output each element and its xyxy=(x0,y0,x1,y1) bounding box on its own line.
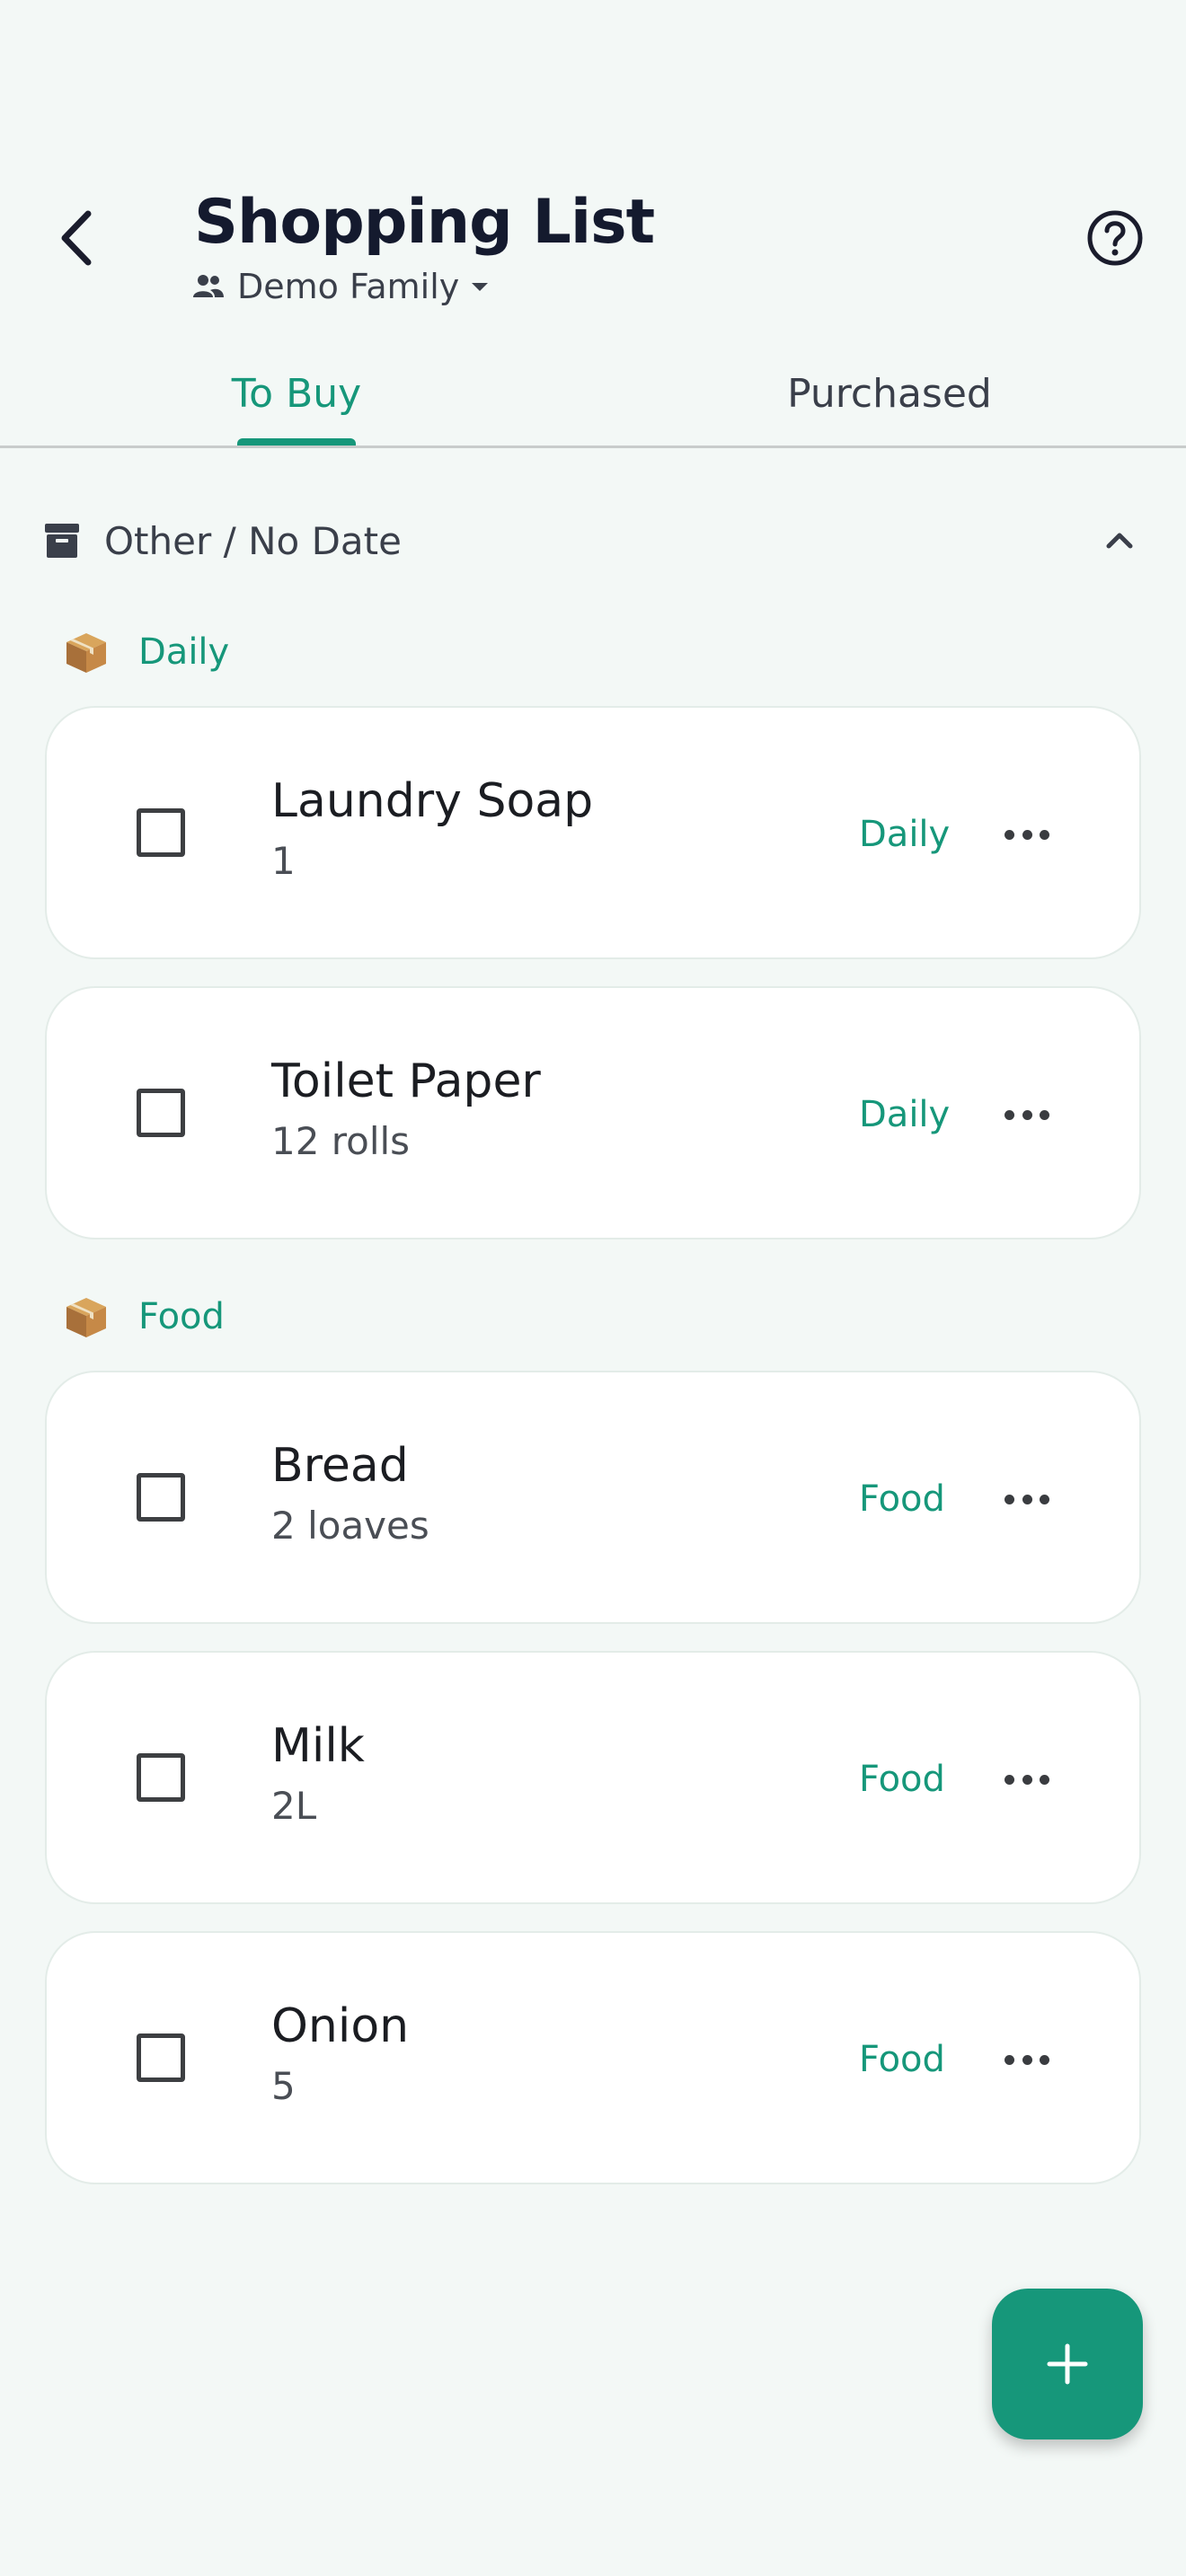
list-item-bread: Bread 2 loaves Food xyxy=(45,1371,1141,1624)
app-header: Shopping List Demo Family xyxy=(0,0,1186,341)
item-checkbox[interactable] xyxy=(137,808,185,857)
item-quantity: 2L xyxy=(271,1784,317,1828)
family-name: Demo Family xyxy=(237,267,460,306)
page-title: Shopping List xyxy=(194,187,655,258)
category-header-food: Food xyxy=(63,1290,225,1344)
section-header-other[interactable]: Other / No Date xyxy=(43,508,1150,573)
list-item-milk: Milk 2L Food xyxy=(45,1651,1141,1904)
item-quantity: 2 loaves xyxy=(271,1504,429,1548)
item-name: Toilet Paper xyxy=(271,1054,541,1108)
item-checkbox[interactable] xyxy=(137,1089,185,1137)
item-quantity: 12 rolls xyxy=(271,1119,411,1163)
more-dots-icon xyxy=(1005,1774,1014,1785)
app-root: Shopping List Demo Family To Buy Purchas… xyxy=(0,0,1186,2576)
item-name: Milk xyxy=(271,1719,365,1773)
package-icon xyxy=(66,1298,106,1337)
item-category-tag: Food xyxy=(859,1478,945,1520)
tab-to-buy[interactable]: To Buy xyxy=(171,341,422,446)
chevron-up-icon xyxy=(1106,533,1133,549)
group-icon xyxy=(193,275,224,297)
more-options-button[interactable] xyxy=(996,1083,1058,1146)
more-dots-icon xyxy=(1022,1494,1032,1504)
item-quantity: 1 xyxy=(271,839,296,883)
plus-icon xyxy=(1047,2343,1088,2385)
more-dots-icon xyxy=(1022,2054,1032,2065)
more-dots-icon xyxy=(1040,2054,1049,2065)
more-dots-icon xyxy=(1040,1774,1049,1785)
family-selector[interactable]: Demo Family xyxy=(192,264,489,309)
list-item-toilet-paper: Toilet Paper 12 rolls Daily xyxy=(45,986,1141,1239)
category-label: Food xyxy=(138,1296,225,1337)
caret-down-icon xyxy=(472,282,489,291)
more-options-button[interactable] xyxy=(996,2028,1058,2091)
package-icon xyxy=(66,633,106,673)
more-dots-icon xyxy=(1040,829,1049,840)
more-dots-icon xyxy=(1022,1109,1032,1120)
more-dots-icon xyxy=(1022,829,1032,840)
item-category-tag: Food xyxy=(859,2039,945,2080)
item-checkbox[interactable] xyxy=(137,1753,185,1802)
more-dots-icon xyxy=(1040,1494,1049,1504)
item-quantity: 5 xyxy=(271,2064,296,2108)
more-dots-icon xyxy=(1005,2054,1014,2065)
tab-purchased[interactable]: Purchased xyxy=(755,341,1024,446)
active-tab-indicator xyxy=(237,438,356,446)
item-checkbox[interactable] xyxy=(137,2033,185,2082)
more-dots-icon xyxy=(1005,829,1014,840)
category-label: Daily xyxy=(138,631,230,673)
back-button[interactable] xyxy=(36,198,117,278)
list-item-laundry-soap: Laundry Soap 1 Daily xyxy=(45,706,1141,959)
section-label: Other / No Date xyxy=(104,518,402,563)
list-item-onion: Onion 5 Food xyxy=(45,1931,1141,2184)
item-category-tag: Food xyxy=(859,1759,945,1800)
item-category-tag: Daily xyxy=(859,814,951,855)
category-header-daily: Daily xyxy=(63,625,229,679)
add-item-button[interactable] xyxy=(992,2289,1143,2439)
item-name: Onion xyxy=(271,1999,410,2053)
more-dots-icon xyxy=(1022,1774,1032,1785)
more-options-button[interactable] xyxy=(996,1748,1058,1811)
more-dots-icon xyxy=(1005,1494,1014,1504)
more-dots-icon xyxy=(1005,1109,1014,1120)
tab-bar: To Buy Purchased xyxy=(0,341,1186,448)
help-button[interactable] xyxy=(1085,208,1145,268)
more-options-button[interactable] xyxy=(996,1468,1058,1531)
help-icon xyxy=(1087,210,1143,266)
item-checkbox[interactable] xyxy=(137,1473,185,1522)
item-name: Bread xyxy=(271,1439,409,1493)
item-category-tag: Daily xyxy=(859,1094,951,1135)
back-arrow-icon xyxy=(61,210,92,266)
more-options-button[interactable] xyxy=(996,803,1058,866)
more-dots-icon xyxy=(1040,1109,1049,1120)
archive-icon xyxy=(45,524,79,558)
item-name: Laundry Soap xyxy=(271,774,594,828)
